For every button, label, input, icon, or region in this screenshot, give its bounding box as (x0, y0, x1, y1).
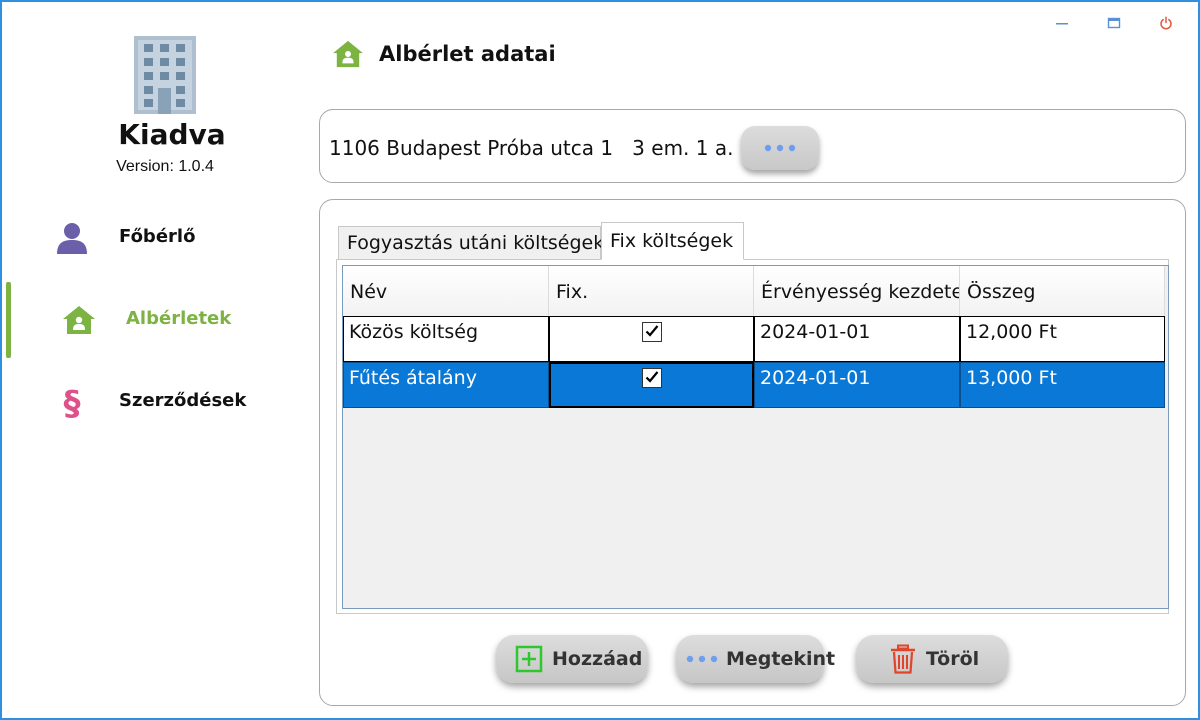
page-title: Albérlet adatai (379, 42, 556, 66)
cell-name: Fűtés átalány (343, 362, 549, 408)
app-name: Kiadva (118, 118, 226, 151)
column-header-amount[interactable]: Összeg (960, 266, 1165, 316)
plus-box-icon (514, 644, 544, 674)
svg-text:§: § (64, 384, 81, 420)
sidebar-item-label: Albérletek (126, 308, 232, 329)
view-button-label: Megtekint (726, 648, 836, 670)
app-window: Kiadva Version: 1.0.4 Főbérlő Albérletek… (0, 0, 1200, 720)
house-icon (61, 302, 97, 338)
address-text: 1106 Budapest Próba utca 1 3 em. 1 a. (329, 136, 734, 160)
add-button[interactable]: Hozzáad (496, 635, 648, 683)
costs-grid[interactable]: Név Fix. Érvényesség kezdete Összeg Közö… (342, 265, 1169, 609)
column-header-start-date[interactable]: Érvényesség kezdete (754, 266, 960, 316)
section-sign-icon: § (54, 384, 90, 420)
app-version: Version: 1.0.4 (116, 158, 214, 175)
table-row[interactable]: Közös költség 2024-01-01 12,000 Ft (343, 316, 1165, 362)
person-icon (54, 220, 90, 256)
cell-fix (549, 316, 754, 362)
sidebar-item-label: Szerződések (119, 390, 247, 411)
cell-amount: 12,000 Ft (960, 316, 1165, 362)
delete-button-label: Töröl (926, 648, 980, 670)
delete-button[interactable]: Töröl (856, 635, 1008, 683)
costs-panel: Fogyasztás utáni költségek Fix költségek… (319, 199, 1186, 706)
fix-checkbox[interactable] (642, 368, 662, 388)
tab-fixed-costs[interactable]: Fix költségek (601, 222, 744, 260)
select-property-button[interactable] (741, 126, 819, 170)
column-header-name[interactable]: Név (343, 266, 549, 316)
table-row[interactable]: Fűtés átalány 2024-01-01 13,000 Ft (343, 362, 1165, 408)
trash-icon (888, 644, 918, 674)
more-dots-icon (686, 644, 718, 674)
grid-header: Név Fix. Érvényesség kezdete Összeg (343, 266, 1165, 316)
cell-start-date: 2024-01-01 (754, 362, 960, 408)
sidebar-item-szerzodesek[interactable]: § Szerződések (2, 366, 302, 436)
tab-consumption-costs[interactable]: Fogyasztás utáni költségek (338, 226, 604, 260)
checkmark-icon (645, 367, 659, 389)
sidebar-item-label: Főbérlő (119, 226, 196, 247)
power-icon[interactable] (1155, 12, 1177, 34)
address-box: 1106 Budapest Próba utca 1 3 em. 1 a. (319, 109, 1186, 183)
house-icon (332, 40, 364, 72)
sidebar-item-foberlo[interactable]: Főbérlő (2, 202, 302, 272)
add-button-label: Hozzáad (552, 648, 643, 670)
more-dots-icon (764, 139, 796, 157)
sidebar-item-alberletek[interactable]: Albérletek (2, 284, 302, 354)
column-header-fix[interactable]: Fix. (549, 266, 754, 316)
building-logo-icon (132, 36, 198, 114)
cell-name: Közös költség (343, 316, 549, 362)
minimize-icon[interactable] (1051, 12, 1073, 34)
cell-amount: 13,000 Ft (960, 362, 1165, 408)
tab-content: Név Fix. Érvényesség kezdete Összeg Közö… (336, 259, 1169, 614)
view-button[interactable]: Megtekint (676, 635, 835, 683)
cell-start-date: 2024-01-01 (754, 316, 960, 362)
checkmark-icon (645, 321, 659, 343)
maximize-icon[interactable] (1103, 12, 1125, 34)
cell-fix (549, 362, 754, 408)
fix-checkbox[interactable] (642, 322, 662, 342)
